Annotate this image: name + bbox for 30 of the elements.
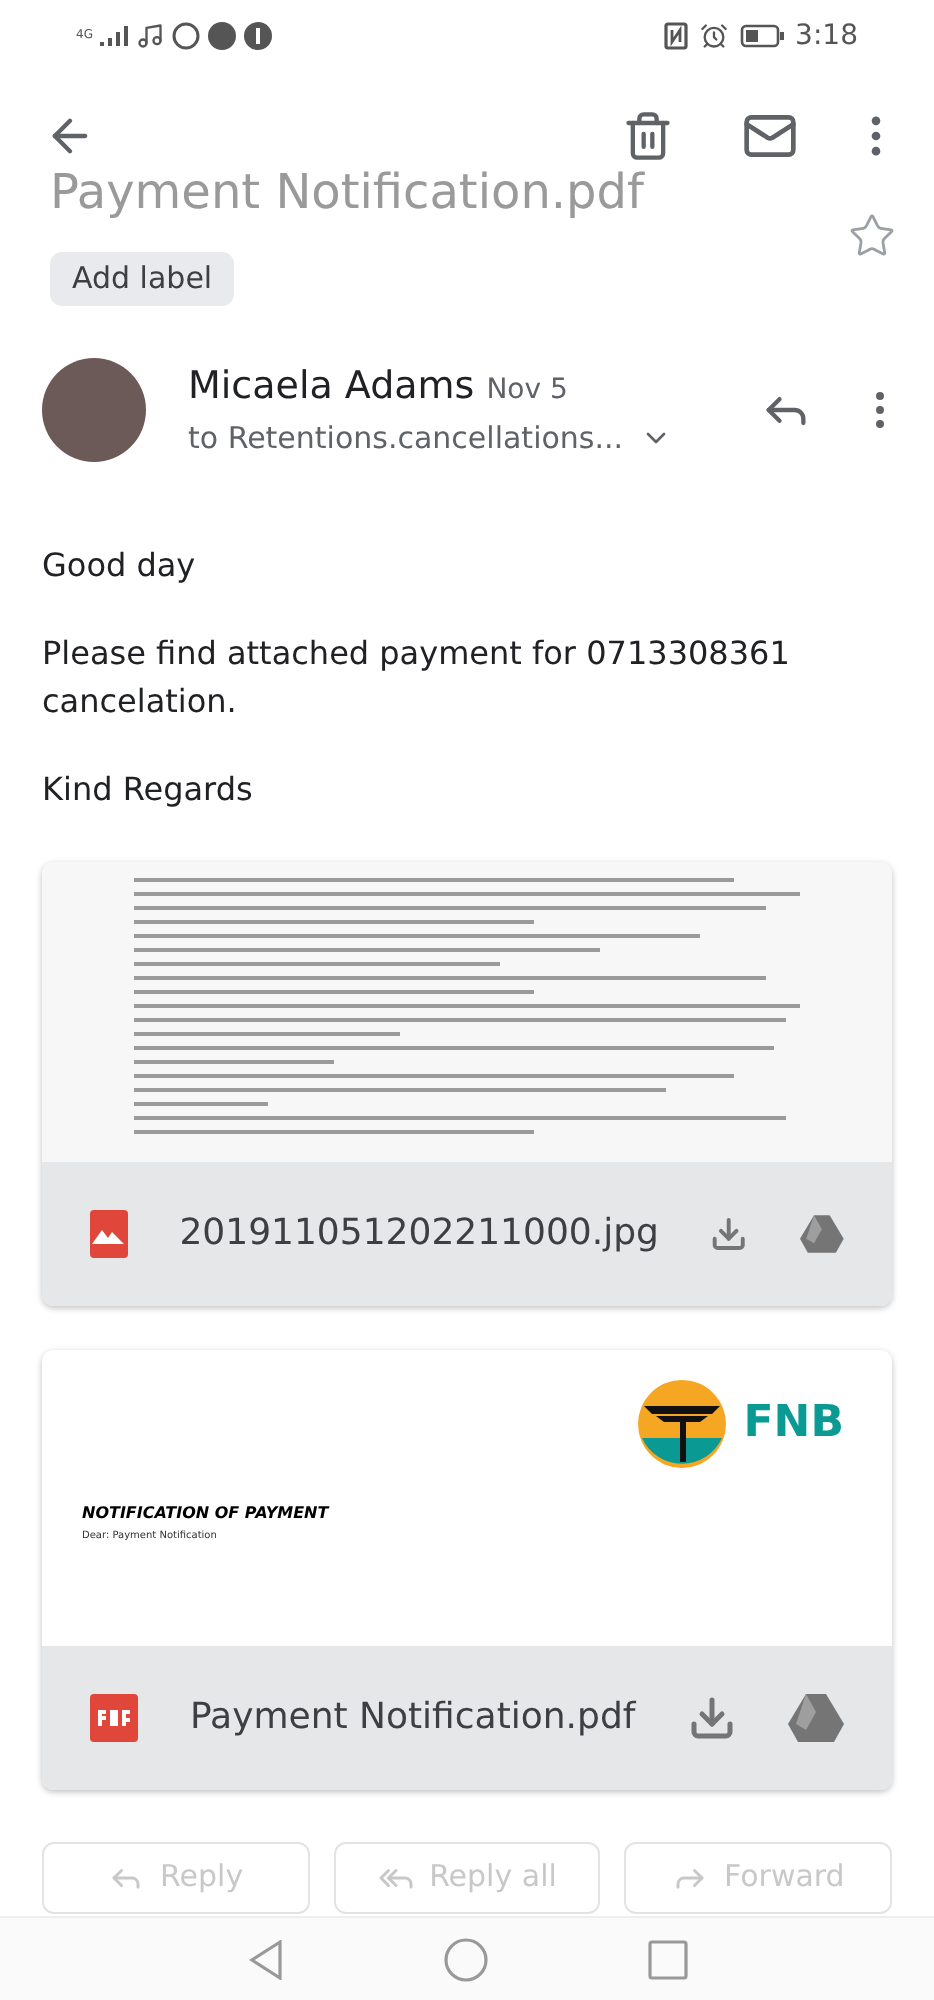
alarm-icon xyxy=(699,22,728,50)
pdf-file-icon xyxy=(90,1693,138,1741)
star-icon[interactable] xyxy=(848,212,896,260)
delete-icon[interactable] xyxy=(622,110,674,162)
sender-name: Micaela Adams xyxy=(188,362,475,412)
add-label-chip[interactable]: Add label xyxy=(50,252,235,305)
home-nav-icon[interactable] xyxy=(443,1937,487,1981)
drive-icon[interactable] xyxy=(788,1691,844,1743)
body-paragraph: Please find attached payment for 0713308361 cancelation. xyxy=(42,631,792,723)
attachment-filename: Payment Notification.pdf xyxy=(190,1694,636,1742)
body-paragraph: Good day xyxy=(42,543,198,587)
battery-icon xyxy=(739,24,784,48)
subject-title: Payment Notification.pdf xyxy=(50,168,644,216)
avatar-placeholder xyxy=(42,357,146,461)
nfc-icon xyxy=(663,22,688,50)
recents-nav-icon[interactable] xyxy=(647,1939,687,1979)
back-nav-icon[interactable] xyxy=(247,1939,283,1979)
body-paragraph: Kind Regards xyxy=(42,767,255,811)
attachment-card[interactable]: 201911051202211000.jpg xyxy=(42,861,892,1305)
image-file-icon xyxy=(90,1209,128,1257)
attachment-filename: 201911051202211000.jpg xyxy=(179,1210,659,1258)
message-date: Nov 5 xyxy=(486,372,568,410)
tree-logo-icon xyxy=(635,1377,728,1469)
recipients: to Retentions.cancellations... xyxy=(188,417,624,459)
clock-time: 3:18 xyxy=(795,17,858,55)
music-icon xyxy=(136,22,165,50)
logo-text: FNB xyxy=(743,1396,844,1452)
signal-icon xyxy=(100,26,129,46)
document-heading: NOTIFICATION OF PAYMENT xyxy=(82,1501,332,1525)
download-icon[interactable] xyxy=(688,1693,736,1741)
